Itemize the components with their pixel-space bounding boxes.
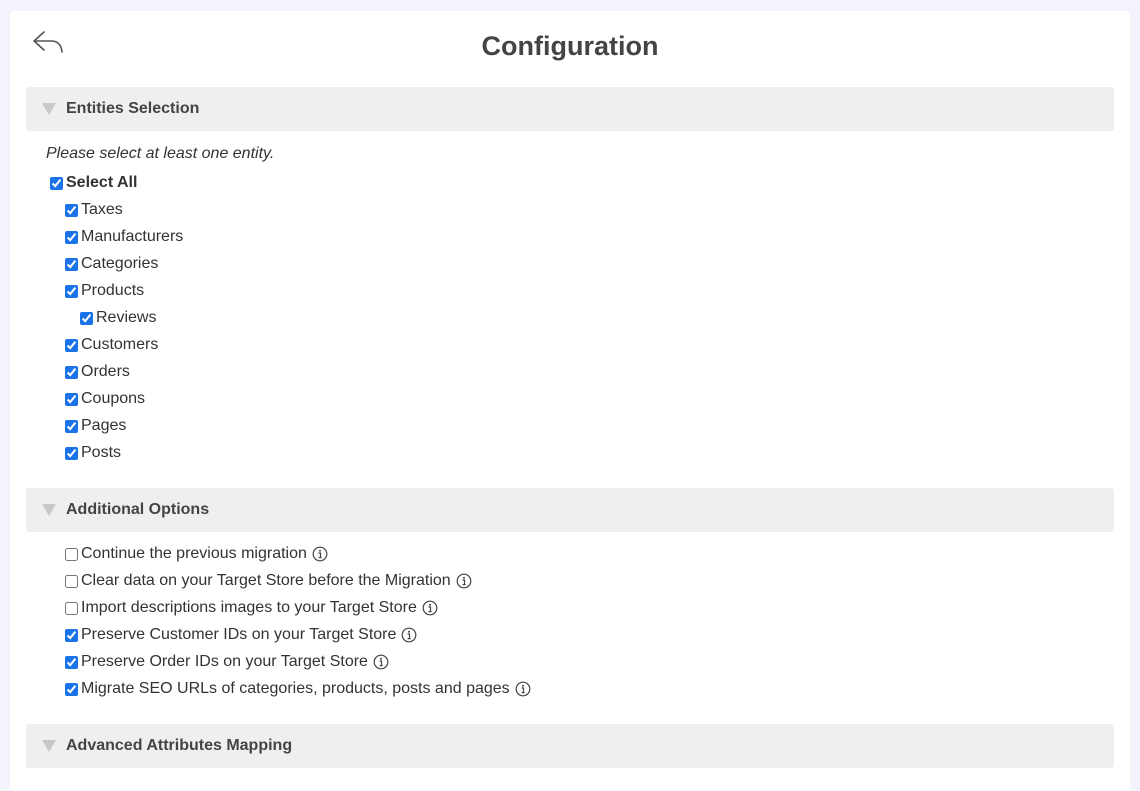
- entity-item-customers: Customers: [65, 334, 158, 356]
- option-label[interactable]: Preserve Order IDs on your Target Store: [81, 653, 368, 671]
- triangle-down-icon: [42, 740, 56, 752]
- page-title: Configuration: [481, 31, 659, 61]
- triangle-down-icon: [42, 504, 56, 516]
- entity-item-manufacturers: Manufacturers: [65, 226, 183, 248]
- option-checkbox[interactable]: [65, 601, 78, 615]
- entity-item-products: Products: [65, 280, 144, 302]
- entity-item-posts: Posts: [65, 442, 121, 464]
- section-title: Entities Selection: [66, 100, 200, 117]
- option-label[interactable]: Migrate SEO URLs of categories, products…: [81, 680, 510, 698]
- entity-item-coupons: Coupons: [65, 388, 145, 410]
- option-preserve-customer-ids: Preserve Customer IDs on your Target Sto…: [65, 624, 417, 646]
- triangle-down-icon: [42, 103, 56, 115]
- entity-checkbox[interactable]: [65, 392, 78, 406]
- option-preserve-order-ids: Preserve Order IDs on your Target Store: [65, 651, 389, 673]
- entity-item-orders: Orders: [65, 361, 130, 383]
- option-checkbox[interactable]: [65, 574, 78, 588]
- entity-item-pages: Pages: [65, 415, 126, 437]
- info-icon[interactable]: [401, 627, 417, 643]
- entity-label[interactable]: Posts: [81, 444, 121, 462]
- entity-label[interactable]: Orders: [81, 363, 130, 381]
- entity-checkbox[interactable]: [80, 311, 93, 325]
- entity-checkbox[interactable]: [65, 284, 78, 298]
- entity-label[interactable]: Coupons: [81, 390, 145, 408]
- entity-checkbox[interactable]: [65, 446, 78, 460]
- entity-checkbox[interactable]: [65, 338, 78, 352]
- info-icon[interactable]: [312, 546, 328, 562]
- additional-options-header[interactable]: Additional Options: [26, 488, 1114, 532]
- info-icon[interactable]: [456, 573, 472, 589]
- option-checkbox[interactable]: [65, 682, 78, 696]
- entity-label[interactable]: Manufacturers: [81, 228, 183, 246]
- option-clear-data: Clear data on your Target Store before t…: [65, 570, 472, 592]
- option-label[interactable]: Clear data on your Target Store before t…: [81, 572, 451, 590]
- entity-label[interactable]: Products: [81, 282, 144, 300]
- entity-checkbox[interactable]: [65, 230, 78, 244]
- option-continue-migration: Continue the previous migration: [65, 543, 328, 565]
- select-all-row: Select All: [50, 172, 137, 194]
- entity-label[interactable]: Taxes: [81, 201, 123, 219]
- info-icon[interactable]: [515, 681, 531, 697]
- info-icon[interactable]: [422, 600, 438, 616]
- entity-item-reviews: Reviews: [80, 307, 156, 329]
- option-checkbox[interactable]: [65, 655, 78, 669]
- entity-label[interactable]: Categories: [81, 255, 158, 273]
- configuration-card: Configuration Entities Selection Please …: [10, 11, 1130, 791]
- info-icon[interactable]: [373, 654, 389, 670]
- option-label[interactable]: Preserve Customer IDs on your Target Sto…: [81, 626, 396, 644]
- entity-checkbox[interactable]: [65, 365, 78, 379]
- entity-item-categories: Categories: [65, 253, 158, 275]
- entities-section-header[interactable]: Entities Selection: [26, 87, 1114, 131]
- entity-checkbox[interactable]: [65, 203, 78, 217]
- option-import-images: Import descriptions images to your Targe…: [65, 597, 438, 619]
- entity-checkbox[interactable]: [65, 257, 78, 271]
- entity-label[interactable]: Pages: [81, 417, 126, 435]
- entities-note: Please select at least one entity.: [46, 145, 275, 162]
- select-all-label[interactable]: Select All: [66, 174, 137, 192]
- option-migrate-seo-urls: Migrate SEO URLs of categories, products…: [65, 678, 531, 700]
- option-checkbox[interactable]: [65, 547, 78, 561]
- entity-label[interactable]: Reviews: [96, 309, 156, 327]
- option-label[interactable]: Continue the previous migration: [81, 545, 307, 563]
- option-label[interactable]: Import descriptions images to your Targe…: [81, 599, 417, 617]
- entity-checkbox[interactable]: [65, 419, 78, 433]
- entity-label[interactable]: Customers: [81, 336, 158, 354]
- entity-item-taxes: Taxes: [65, 199, 123, 221]
- advanced-mapping-header[interactable]: Advanced Attributes Mapping: [26, 724, 1114, 768]
- option-checkbox[interactable]: [65, 628, 78, 642]
- section-title: Advanced Attributes Mapping: [66, 737, 293, 754]
- select-all-checkbox[interactable]: [50, 176, 63, 190]
- section-title: Additional Options: [66, 501, 210, 518]
